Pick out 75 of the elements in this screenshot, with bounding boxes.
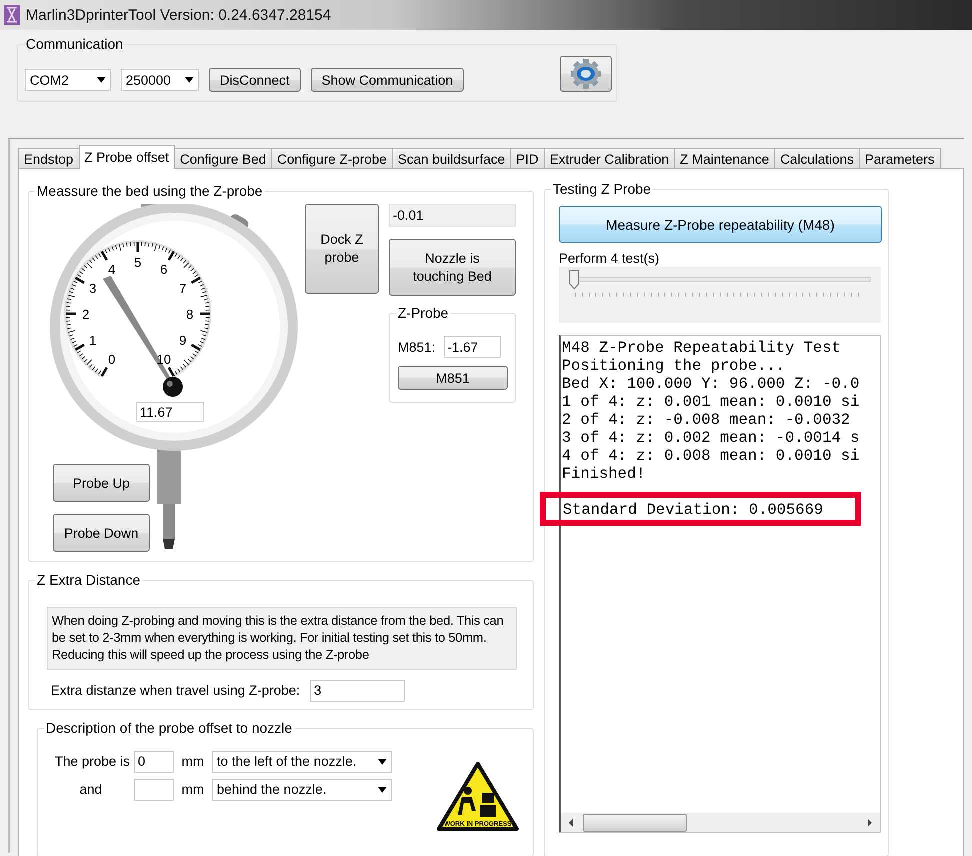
horizontal-scrollbar[interactable] [561,813,880,832]
tab[interactable]: Parameters [858,148,941,169]
dial-number: 0 [108,352,116,368]
dial-number: 2 [82,307,90,322]
dock-button[interactable]: Dock Z probe [305,204,379,294]
tab[interactable]: Extruder Calibration [544,148,676,169]
dial-number: 1 [89,333,97,348]
log-line: M48 Z-Probe Repeatability Test [562,339,842,357]
tab[interactable]: Endstop [18,148,80,169]
m851-button[interactable]: M851 [398,366,508,390]
group-title: Description of the probe offset to nozzle [44,720,294,736]
tab[interactable]: PID [510,148,545,169]
log-line: Standard Deviation: 0.005669 [563,501,824,519]
log-line: 4 of 4: z: 0.008 mean: 0.0010 si [562,447,861,465]
dial-number: 10 [156,352,172,368]
scroll-right-icon[interactable] [866,818,874,828]
tab[interactable]: Z Probe offset [78,145,176,169]
row-label: The probe is [54,754,130,770]
tab[interactable]: Scan buildsurface [392,148,512,169]
group-title: Communication [24,36,126,52]
log-line: Finished! [562,465,647,483]
readout-field: -0.01 [389,204,516,227]
dial-number: 4 [108,262,116,277]
caret-icon [97,77,106,83]
group-title: Meassure the bed using the Z-probe [35,183,265,199]
tab[interactable]: Configure Bed [174,148,272,169]
group-title: Z Extra Distance [35,572,142,588]
window-title: Marlin3DprinterTool Version: 0.24.6347.28154 [26,6,332,24]
dial-number: 9 [179,333,187,348]
field-label: M851: [398,340,436,354]
dial-number: 6 [160,262,168,277]
toolbar-button[interactable]: DisConnect [209,68,301,92]
tests-slider[interactable] [559,267,881,323]
scrollbar-thumb[interactable] [583,814,687,832]
direction-dropdown[interactable]: behind the nozzle. [212,778,392,801]
log-line: 3 of 4: z: 0.002 mean: -0.0014 s [562,429,861,447]
app-icon [4,5,20,25]
direction-dropdown[interactable]: to the left of the nozzle. [212,750,392,773]
log-line: 2 of 4: z: -0.008 mean: -0.0032 [562,411,852,429]
description-text: When doing Z-probing and moving this is the extra distance from the bed. This can be set to 2-3mm when everything is working. For initial testing set this to 50mm. Reducing this will speed up the process using the Z-probe [47,606,517,670]
nozzle-button[interactable]: Nozzle is touching Bed [389,239,516,296]
group-title: Testing Z Probe [551,181,654,197]
offset-field[interactable]: 0 [134,750,174,773]
caret-icon [378,786,387,793]
unit-label: mm [180,754,206,770]
caret-icon [185,77,194,83]
offset-field[interactable] [134,778,174,801]
baud-dropdown[interactable]: 250000 [121,69,199,91]
dial-number: 3 [89,281,97,296]
field-label: Extra distanze when travel using Z-probe: [51,683,300,698]
gauge-value-field[interactable]: 11.67 [136,402,204,422]
unit-label: mm [180,782,206,798]
scroll-left-icon[interactable] [567,818,575,828]
tab[interactable]: Calculations [774,148,860,169]
group-title: Z-Probe [396,305,451,321]
tab[interactable]: Z Maintenance [674,148,776,169]
slider-thumb[interactable] [569,270,580,290]
caret-icon [378,758,387,765]
log-line: Positioning the probe... [562,357,786,375]
log-line: 1 of 4: z: 0.001 mean: 0.0010 si [562,393,861,411]
distance-field[interactable]: 3 [310,680,406,702]
dial-number: 5 [134,255,142,270]
tab[interactable]: Configure Z-probe [271,148,393,169]
settings-button[interactable] [560,56,612,92]
measure-button[interactable]: Measure Z-Probe repeatability (M48) [559,206,882,243]
port-dropdown[interactable]: COM2 [25,69,111,91]
slider-label: Perform 4 test(s) [559,251,661,266]
log-line: Bed X: 100.000 Y: 96.000 Z: -0.0 [562,375,861,393]
m851-field[interactable]: -1.67 [444,336,501,358]
dial-number: 8 [186,307,194,322]
dial-number: 7 [179,281,187,296]
probe-up-button[interactable]: Probe Up [53,464,150,502]
probe-down-button[interactable]: Probe Down [53,514,150,552]
row-label: and [78,782,104,798]
toolbar-button[interactable]: Show Communication [310,68,464,92]
